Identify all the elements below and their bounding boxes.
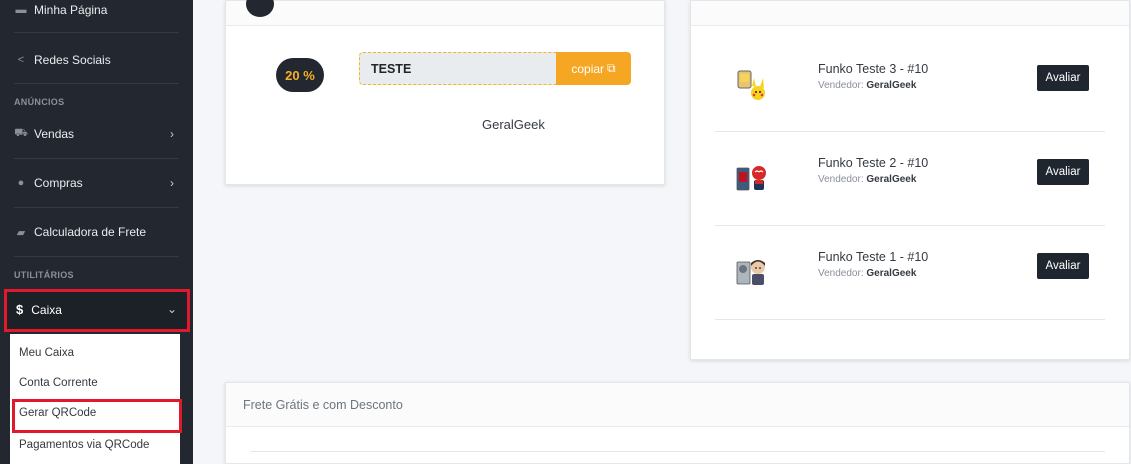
product-title: Funko Teste 1 - #10 xyxy=(818,250,929,264)
divider xyxy=(250,451,1105,452)
gerar-qrcode-highlight xyxy=(12,399,182,433)
frete-card: Frete Grátis e com Desconto xyxy=(225,382,1130,464)
sidebar-item-vendas[interactable]: ⛟ Vendas › xyxy=(14,122,174,146)
product-item: Funko Teste 3 - #10 Vendedor: GeralGeek … xyxy=(715,38,1105,132)
frete-card-title: Frete Grátis e com Desconto xyxy=(243,398,403,412)
avaliar-button[interactable]: Avaliar xyxy=(1037,253,1089,279)
copy-button[interactable]: copiar ⧉ xyxy=(556,52,631,85)
sidebar: ▬ Minha Página < Redes Sociais ANÚNCIOS … xyxy=(0,0,193,464)
products-card-header xyxy=(691,1,1129,26)
sidebar-item-label: Minha Página xyxy=(34,3,108,17)
coupon-card: 20 % TESTE copiar ⧉ GeralGeek xyxy=(225,0,665,185)
divider xyxy=(715,319,1105,320)
sidebar-item-calculadora-frete[interactable]: ▰ Calculadora de Frete xyxy=(14,220,146,244)
discount-badge: 20 % xyxy=(276,58,324,92)
sidebar-item-label: Caixa xyxy=(31,302,62,317)
chevron-down-icon: ⌄ xyxy=(167,302,178,316)
copy-icon: ⧉ xyxy=(607,61,616,75)
sidebar-section-anuncios: ANÚNCIOS xyxy=(14,97,65,107)
sidebar-divider xyxy=(14,32,179,33)
dollar-icon: $ xyxy=(16,302,24,317)
sidebar-divider xyxy=(14,256,179,257)
funko-thumbnail-pikachu xyxy=(737,70,765,100)
sidebar-item-caixa[interactable]: $ Caixa ⌄ xyxy=(4,289,190,332)
avaliar-button[interactable]: Avaliar xyxy=(1037,159,1089,185)
coupon-code-group: TESTE copiar ⧉ xyxy=(359,52,631,85)
coupon-seller: GeralGeek xyxy=(482,117,545,132)
page-icon: ▬ xyxy=(15,4,27,16)
sidebar-item-minha-pagina[interactable]: ▬ Minha Página xyxy=(14,0,108,22)
chevron-right-icon: › xyxy=(170,176,174,190)
sidebar-item-label: Vendas xyxy=(34,127,75,141)
sidebar-item-compras[interactable]: ● Compras › xyxy=(14,171,174,195)
truck-icon: ▰ xyxy=(16,226,26,239)
product-vendor: Vendedor: GeralGeek xyxy=(818,268,917,279)
chevron-right-icon: › xyxy=(170,127,174,141)
product-item: Funko Teste 2 - #10 Vendedor: GeralGeek … xyxy=(715,132,1105,226)
frete-card-header: Frete Grátis e com Desconto xyxy=(226,383,1129,427)
sidebar-item-redes-sociais[interactable]: < Redes Sociais xyxy=(14,48,111,72)
products-card: Funko Teste 3 - #10 Vendedor: GeralGeek … xyxy=(690,0,1130,360)
funko-thumbnail-spiderman xyxy=(736,166,766,191)
product-item: Funko Teste 1 - #10 Vendedor: GeralGeek … xyxy=(715,226,1105,320)
sidebar-item-label: Calculadora de Frete xyxy=(34,225,147,239)
coupon-card-header xyxy=(226,1,664,26)
share-icon: < xyxy=(17,54,25,66)
product-vendor: Vendedor: GeralGeek xyxy=(818,174,917,185)
sidebar-section-utilitarios: UTILITÁRIOS xyxy=(14,270,74,280)
sidebar-divider xyxy=(14,83,179,84)
copy-button-label: copiar xyxy=(571,61,605,76)
product-title: Funko Teste 2 - #10 xyxy=(818,156,929,170)
product-title: Funko Teste 3 - #10 xyxy=(818,62,929,76)
cart-icon: ⛟ xyxy=(14,127,28,139)
sidebar-item-label: Compras xyxy=(34,176,83,190)
funko-thumbnail-figure xyxy=(736,260,765,285)
submenu-item-conta-corrente[interactable]: Conta Corrente xyxy=(19,377,98,389)
coupon-code-field[interactable]: TESTE xyxy=(359,52,556,85)
product-vendor: Vendedor: GeralGeek xyxy=(818,80,917,91)
avaliar-button[interactable]: Avaliar xyxy=(1037,65,1089,91)
submenu-item-pagamentos-qrcode[interactable]: Pagamentos via QRCode xyxy=(19,439,149,451)
bag-icon: ● xyxy=(17,177,25,189)
sidebar-divider xyxy=(14,207,179,208)
sidebar-item-label: Redes Sociais xyxy=(34,53,111,67)
sidebar-divider xyxy=(14,158,179,159)
submenu-item-meu-caixa[interactable]: Meu Caixa xyxy=(19,347,74,359)
